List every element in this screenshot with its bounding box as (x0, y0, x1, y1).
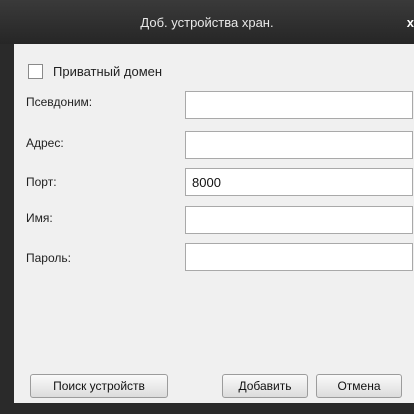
cancel-button[interactable]: Отмена (316, 374, 402, 398)
dialog-body: Приватный домен Псевдоним: Адрес: Порт: … (14, 44, 414, 403)
address-label: Адрес: (26, 136, 64, 150)
password-label: Пароль: (26, 251, 71, 265)
port-label: Порт: (26, 175, 57, 189)
username-label: Имя: (26, 211, 53, 225)
alias-input[interactable] (185, 91, 413, 119)
address-input[interactable] (185, 131, 413, 159)
bottom-border (14, 403, 414, 414)
port-input[interactable] (185, 168, 413, 196)
add-storage-device-dialog: Доб. устройства хран. x Приватный домен … (0, 0, 414, 414)
dialog-title: Доб. устройства хран. (140, 15, 274, 30)
search-devices-button[interactable]: Поиск устройств (30, 374, 168, 398)
private-domain-label: Приватный домен (53, 63, 163, 79)
private-domain-checkbox[interactable] (28, 63, 43, 79)
close-icon[interactable]: x (400, 15, 414, 31)
private-domain-option[interactable]: Приватный домен (28, 62, 162, 80)
username-input[interactable] (185, 206, 413, 234)
add-button[interactable]: Добавить (222, 374, 308, 398)
password-input[interactable] (185, 243, 413, 271)
title-bar: Доб. устройства хран. x (0, 0, 414, 44)
alias-label: Псевдоним: (26, 95, 93, 109)
